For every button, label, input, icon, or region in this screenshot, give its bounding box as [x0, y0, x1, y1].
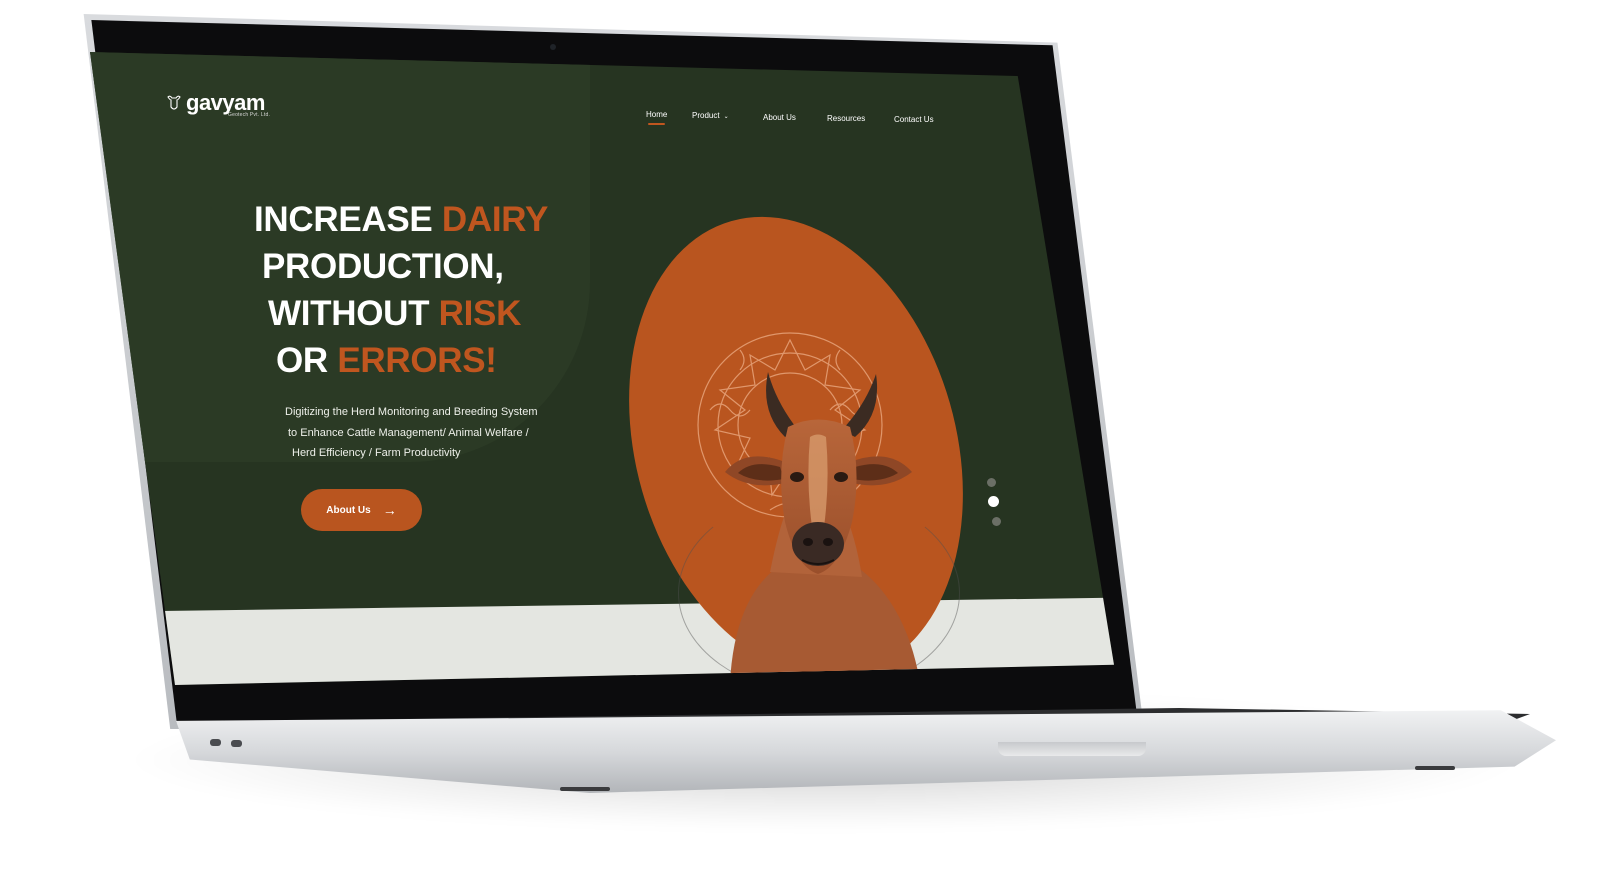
hero-title-accent: ERRORS!	[337, 341, 497, 380]
hero-title-line-3: WITHOUT RISK	[254, 290, 584, 337]
hero-title-line-4: OR ERRORS!	[254, 337, 584, 384]
usb-port-icon	[210, 739, 221, 746]
nav-about-us[interactable]: About Us	[763, 113, 796, 122]
nav-product-label: Product	[692, 111, 720, 120]
usb-port-icon	[231, 740, 242, 747]
website-screen: gavyam Geotech Pvt. Ltd. Home Product ⌄ A…	[90, 52, 1114, 685]
carousel-indicators	[986, 478, 1002, 528]
hero-description-line: Digitizing the Herd Monitoring and Breed…	[285, 406, 538, 418]
arrow-right-icon: →	[382, 502, 397, 518]
laptop-foot	[560, 787, 610, 791]
about-us-button-label: About Us	[326, 504, 371, 516]
hero-title: INCREASE DAIRY PRODUCTION, WITHOUT RISK …	[254, 196, 584, 384]
hero-title-line-1: INCREASE DAIRY	[254, 196, 584, 243]
carousel-dot-3[interactable]	[992, 517, 1001, 526]
hero-description: Digitizing the Herd Monitoring and Breed…	[285, 402, 555, 464]
carousel-dot-1[interactable]	[987, 478, 996, 487]
nav-product[interactable]: Product ⌄	[692, 111, 729, 120]
chevron-down-icon: ⌄	[723, 114, 729, 120]
hero-title-accent: RISK	[438, 294, 522, 333]
about-us-button[interactable]: About Us →	[301, 489, 422, 531]
camera-icon	[550, 44, 556, 50]
hero-title-text: OR	[276, 341, 338, 380]
hero-title-line-2: PRODUCTION,	[254, 243, 584, 290]
nav-home[interactable]: Home	[646, 110, 667, 125]
nav-resources[interactable]: Resources	[827, 114, 865, 123]
hero-description-line: Herd Efficiency / Farm Productivity	[292, 447, 461, 459]
hero-title-text: WITHOUT	[268, 294, 439, 333]
hero-title-text: PRODUCTION,	[262, 247, 504, 286]
nav-contact-us[interactable]: Contact Us	[894, 115, 934, 124]
hero-description-line: to Enhance Cattle Management/ Animal Wel…	[288, 426, 529, 439]
laptop-foot	[1415, 766, 1455, 770]
carousel-dot-2-active[interactable]	[988, 496, 999, 507]
laptop-opening-notch	[998, 742, 1146, 756]
hero-title-text: INCREASE	[254, 200, 442, 239]
cow-illustration	[725, 372, 920, 682]
hero-title-accent: DAIRY	[441, 200, 548, 239]
